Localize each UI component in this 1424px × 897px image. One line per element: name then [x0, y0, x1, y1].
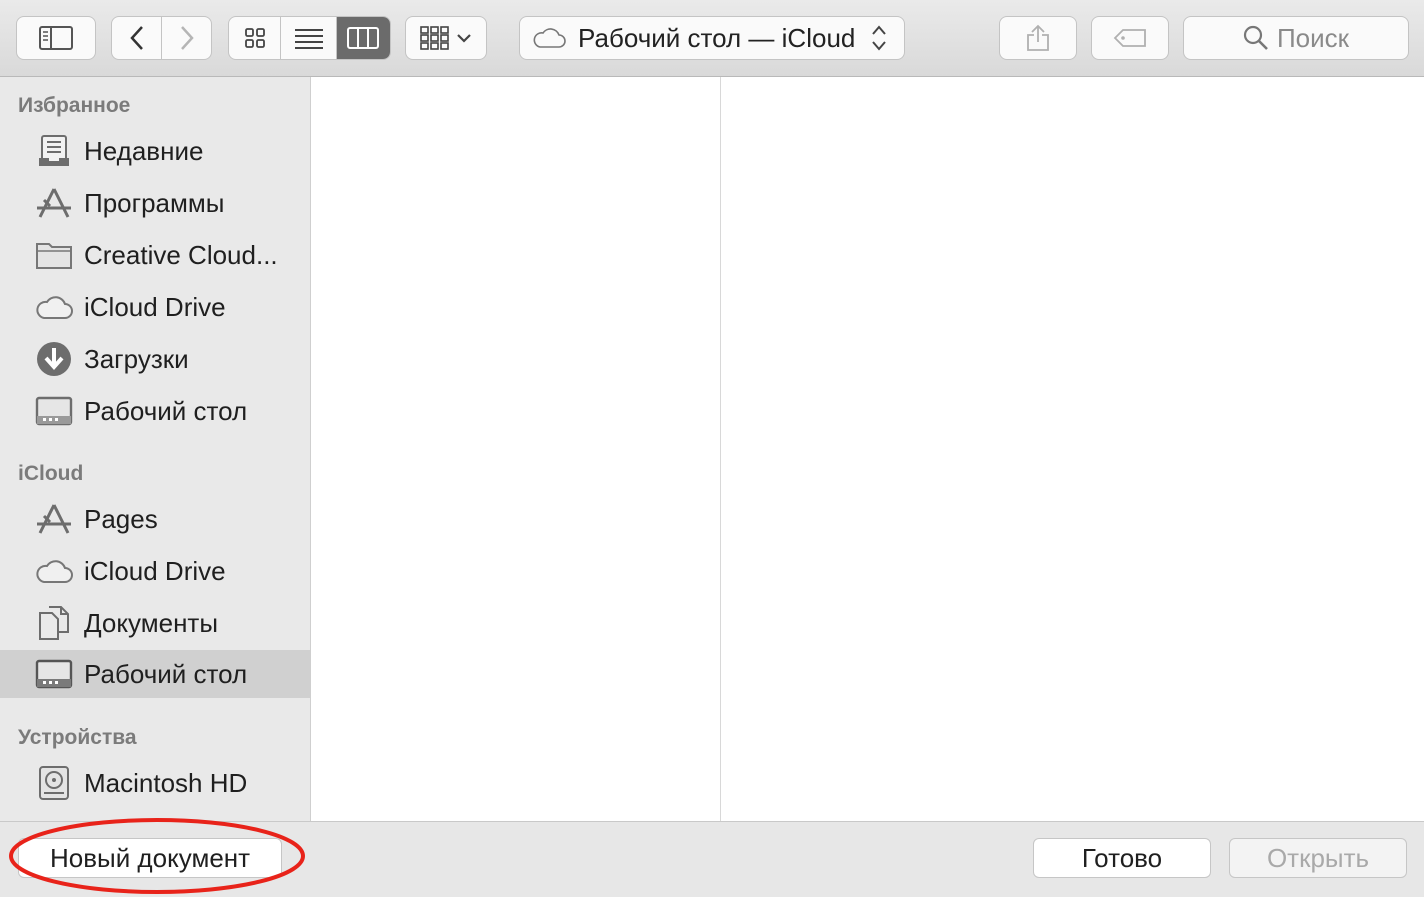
- sidebar-item-label: Рабочий стол: [84, 395, 248, 426]
- sidebar-item-label: Macintosh HD: [84, 767, 248, 798]
- desktop-icon: [35, 396, 73, 426]
- sidebar-item-label: Pages: [84, 503, 158, 534]
- sidebar-item-macintosh-hd[interactable]: Macintosh HD: [0, 759, 310, 807]
- sidebar-item-icloud-drive-2[interactable]: iCloud Drive: [0, 547, 310, 595]
- cloud-icon: [533, 28, 566, 48]
- list-icon: [294, 29, 323, 49]
- browser-column-2[interactable]: [721, 77, 1424, 821]
- sidebar: Избранное Недавние Программы Creative Cl…: [0, 77, 311, 821]
- folder-icon: [36, 243, 72, 269]
- sidebar-item-label: Документы: [84, 607, 219, 638]
- search-field[interactable]: Поиск: [1183, 16, 1409, 60]
- cloud-icon: [36, 296, 73, 319]
- arrange-button[interactable]: [405, 16, 487, 60]
- chevron-down-icon: [457, 34, 471, 43]
- icon-view-button[interactable]: [229, 17, 280, 59]
- downloads-icon: [37, 342, 71, 376]
- sidebar-item-label: Рабочий стол: [84, 658, 248, 689]
- sidebar-item-desktop[interactable]: Рабочий стол: [0, 387, 310, 435]
- sidebar-item-applications[interactable]: Программы: [0, 179, 310, 227]
- sidebar-item-label: iCloud Drive: [84, 555, 226, 586]
- sidebar-item-documents[interactable]: Документы: [0, 599, 310, 647]
- path-popup[interactable]: Рабочий стол — iCloud: [519, 16, 905, 60]
- columns-icon: [347, 27, 380, 49]
- grid-icon: [244, 28, 265, 48]
- new-document-button[interactable]: Новый документ: [18, 838, 282, 878]
- desktop-icon: [35, 659, 73, 689]
- share-button[interactable]: [999, 16, 1077, 60]
- share-icon: [1027, 24, 1049, 51]
- sidebar-item-icloud-drive[interactable]: iCloud Drive: [0, 283, 310, 331]
- sidebar-item-desktop-icloud[interactable]: Рабочий стол: [0, 650, 310, 698]
- cloud-icon: [36, 560, 73, 583]
- documents-icon: [39, 606, 69, 640]
- path-label: Рабочий стол — iCloud: [578, 22, 856, 53]
- toolbar: Рабочий стол — iCloud Поиск: [0, 0, 1424, 77]
- view-mode-segment: [228, 16, 391, 60]
- applications-icon: [37, 504, 71, 534]
- section-devices-title: Устройства: [18, 726, 137, 749]
- nav-buttons: [111, 16, 212, 60]
- search-icon: [1243, 25, 1268, 50]
- browser-column-1[interactable]: [311, 77, 721, 821]
- sidebar-icon: [39, 26, 73, 50]
- open-button[interactable]: Открыть: [1229, 838, 1407, 878]
- forward-button[interactable]: [161, 17, 211, 59]
- tag-icon: [1113, 29, 1146, 47]
- sidebar-item-creative-cloud[interactable]: Creative Cloud...: [0, 231, 310, 279]
- search-placeholder: Поиск: [1276, 22, 1350, 53]
- applications-icon: [37, 188, 71, 218]
- sidebar-item-pages[interactable]: Pages: [0, 495, 310, 543]
- chevron-right-icon: [180, 26, 194, 50]
- up-down-arrows-icon: [872, 25, 887, 51]
- column-view-button[interactable]: [335, 17, 390, 59]
- sidebar-item-downloads[interactable]: Загрузки: [0, 335, 310, 383]
- sidebar-item-label: Программы: [84, 187, 225, 218]
- sidebar-item-label: Загрузки: [84, 343, 189, 374]
- hard-drive-icon: [39, 766, 69, 800]
- section-favorites-title: Избранное: [18, 94, 131, 117]
- sidebar-item-recents[interactable]: Недавние: [0, 127, 310, 175]
- back-button[interactable]: [112, 17, 161, 59]
- list-view-button[interactable]: [280, 17, 335, 59]
- sidebar-toggle-button[interactable]: [16, 16, 96, 60]
- sidebar-item-label: Creative Cloud...: [84, 239, 278, 270]
- sidebar-item-label: iCloud Drive: [84, 291, 226, 322]
- arrange-grid-icon: [420, 26, 449, 50]
- done-button[interactable]: Готово: [1033, 838, 1211, 878]
- sidebar-item-label: Недавние: [84, 135, 204, 166]
- recents-icon: [39, 135, 69, 166]
- tags-button[interactable]: [1091, 16, 1169, 60]
- section-icloud-title: iCloud: [18, 462, 84, 485]
- chevron-left-icon: [129, 26, 143, 50]
